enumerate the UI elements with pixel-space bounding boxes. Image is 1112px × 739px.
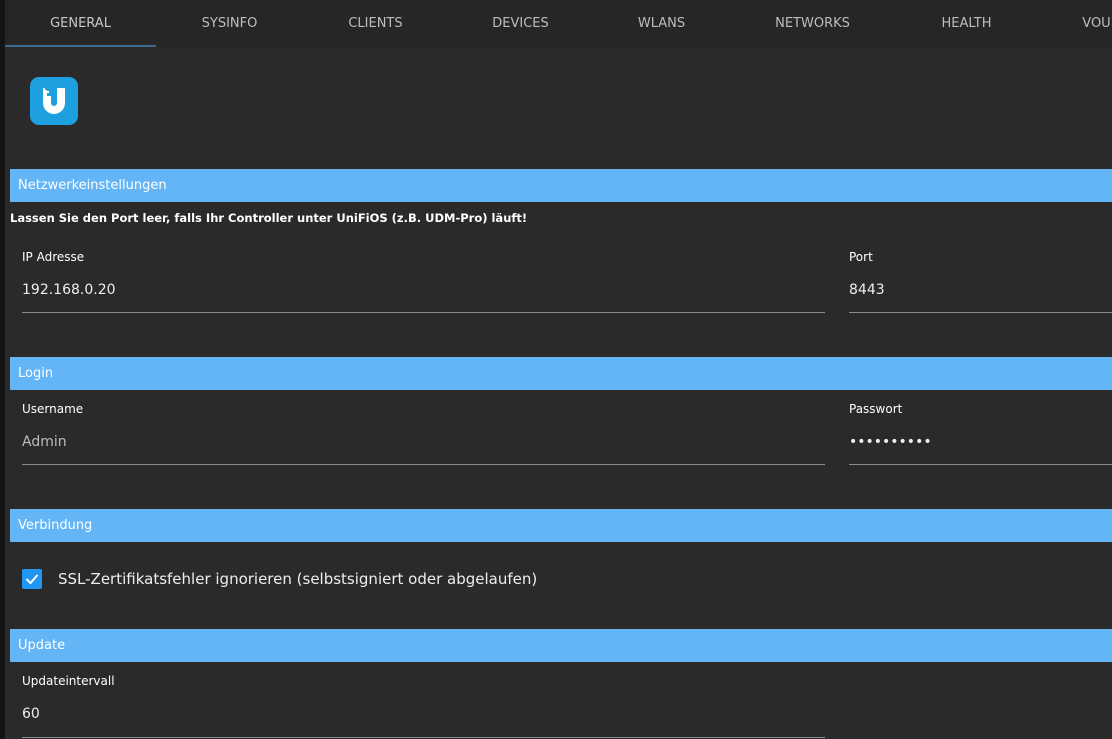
checkmark-icon (25, 574, 39, 585)
section-header-network: Netzwerkeinstellungen (10, 169, 1112, 202)
tab-general[interactable]: GENERAL (5, 0, 156, 47)
password-input[interactable]: •••••••••• (849, 432, 1112, 465)
ip-input[interactable]: 192.168.0.20 (22, 280, 825, 313)
tab-health[interactable]: HEALTH (891, 0, 1042, 47)
section-header-login: Login (10, 357, 1112, 390)
port-label: Port (849, 250, 873, 264)
password-label: Passwort (849, 402, 903, 416)
update-interval-input[interactable]: 60 (22, 704, 825, 738)
tab-devices[interactable]: DEVICES (445, 0, 596, 47)
ip-label: IP Adresse (22, 250, 85, 264)
section-header-update: Update (10, 629, 1112, 662)
update-interval-label: Updateintervall (22, 674, 115, 688)
tab-networks[interactable]: NETWORKS (737, 0, 888, 47)
tab-clients[interactable]: CLIENTS (300, 0, 451, 47)
tab-sysinfo[interactable]: SYSINFO (154, 0, 305, 47)
username-input[interactable]: Admin (22, 432, 825, 465)
tab-wlans[interactable]: WLANS (586, 0, 737, 47)
ssl-ignore-label[interactable]: SSL-Zertifikatsfehler ignorieren (selbst… (58, 570, 537, 588)
username-label: Username (22, 402, 84, 416)
ssl-ignore-checkbox[interactable] (22, 569, 42, 589)
left-edge (0, 0, 5, 739)
tab-vouchers[interactable]: VOU (1021, 0, 1112, 47)
section-header-connection: Verbindung (10, 509, 1112, 542)
unifi-logo-icon (30, 77, 78, 125)
tab-bar: GENERAL SYSINFO CLIENTS DEVICES WLANS NE… (5, 0, 1112, 47)
port-input[interactable]: 8443 (849, 280, 1112, 313)
port-notice: Lassen Sie den Port leer, falls Ihr Cont… (10, 211, 528, 225)
